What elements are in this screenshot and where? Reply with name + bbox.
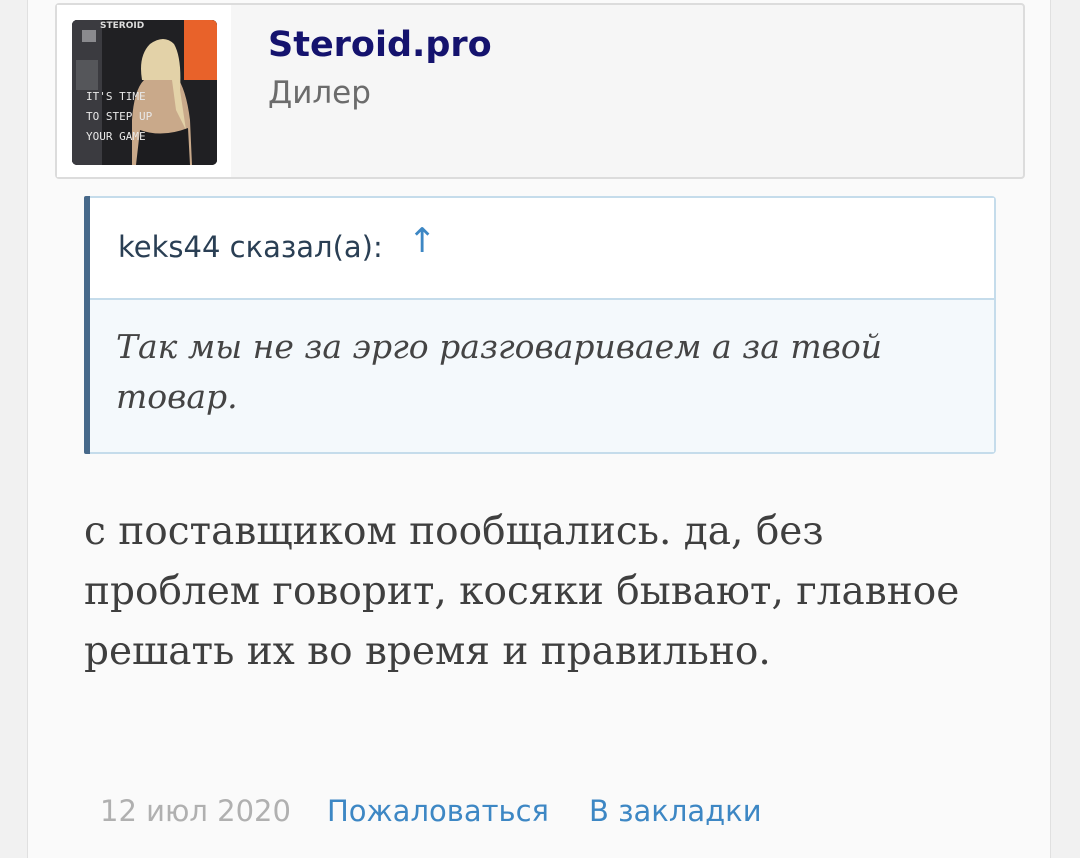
avatar-slogan-line-3: YOUR GAME xyxy=(86,130,146,143)
quote-body: Так мы не за эрго разговариваем а за тво… xyxy=(90,300,994,452)
avatar-image: STEROID IT'S TIME TO STEP UP YOUR GAME xyxy=(72,20,217,165)
avatar-slogan-line-1: IT'S TIME xyxy=(86,90,146,103)
quote-header: keks44 сказал(а): ↑ xyxy=(90,198,994,300)
avatar-slogan-line-2: TO STEP UP xyxy=(86,110,153,123)
quote-block: keks44 сказал(а): ↑ Так мы не за эрго ра… xyxy=(84,196,996,454)
quote-text: Так мы не за эрго разговариваем а за тво… xyxy=(116,327,882,416)
avatar-accent xyxy=(184,20,217,80)
username-link[interactable]: Steroid.pro xyxy=(268,25,492,65)
avatar-logo-text: STEROID xyxy=(100,21,144,31)
avatar-frame: STEROID IT'S TIME TO STEP UP YOUR GAME xyxy=(57,5,231,177)
user-title: Дилер xyxy=(268,75,371,111)
avatar[interactable]: STEROID IT'S TIME TO STEP UP YOUR GAME xyxy=(72,20,217,165)
quote-author-label[interactable]: keks44 сказал(а): xyxy=(118,230,383,264)
report-link[interactable]: Пожаловаться xyxy=(327,794,549,828)
bookmark-link[interactable]: В закладки xyxy=(589,794,762,828)
jump-to-quote-arrow-icon[interactable]: ↑ xyxy=(408,224,437,258)
message-text: с поставщиком пообщались. да, без пробле… xyxy=(84,509,960,674)
user-card: STEROID IT'S TIME TO STEP UP YOUR GAME S… xyxy=(55,3,1025,179)
post-date[interactable]: 12 июл 2020 xyxy=(100,794,291,828)
